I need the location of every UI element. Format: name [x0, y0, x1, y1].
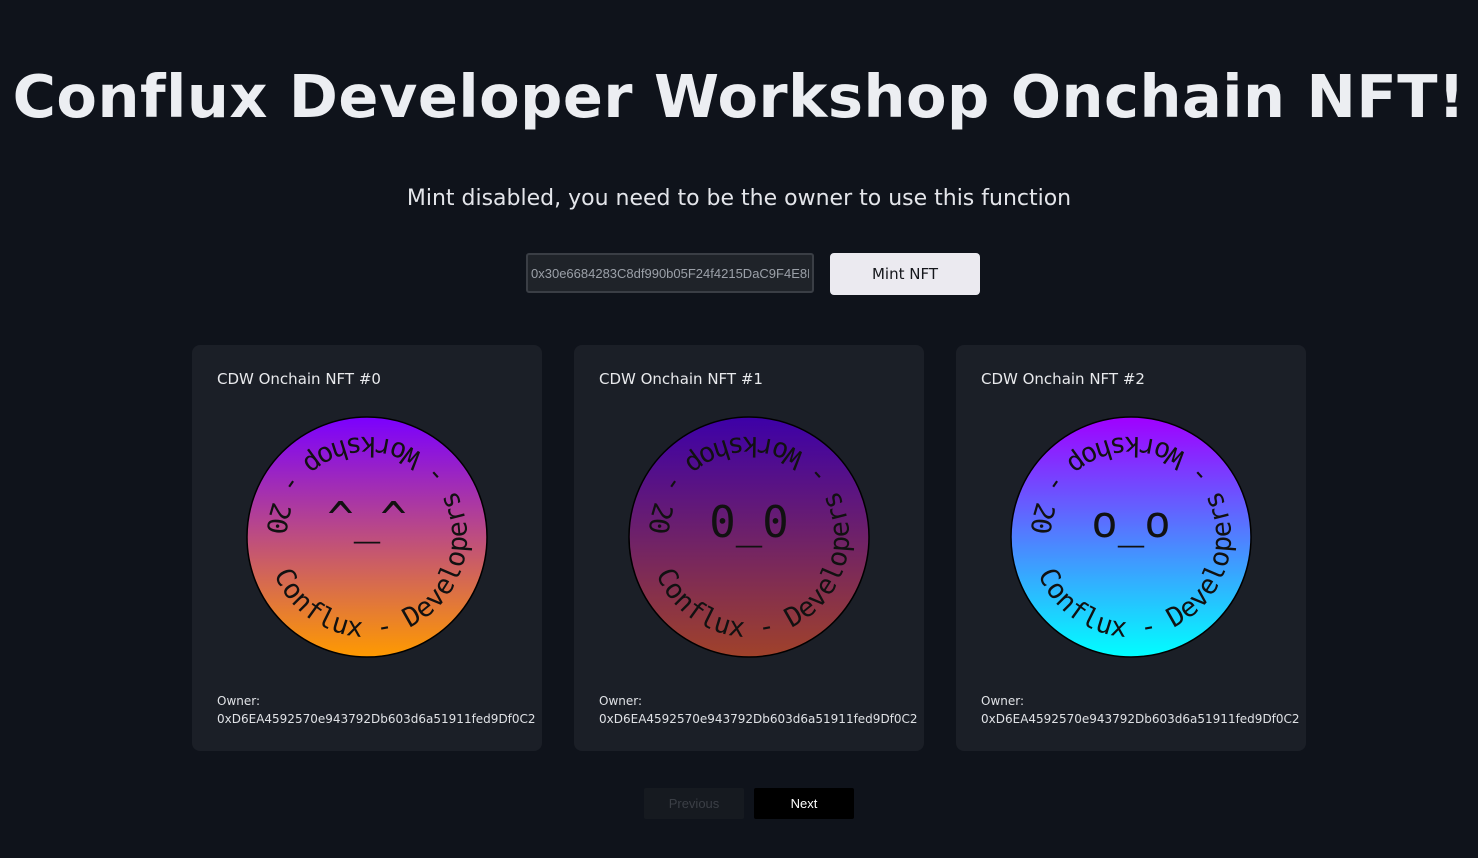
nft-card-title: CDW Onchain NFT #1: [599, 370, 763, 388]
owner-address: 0xD6EA4592570e943792Db603d6a51911fed9Df0…: [599, 712, 918, 726]
nft-card-title: CDW Onchain NFT #0: [217, 370, 381, 388]
owner-label: Owner:: [599, 694, 643, 708]
nft-card[interactable]: CDW Onchain NFT #0 Conflux - Developers …: [192, 345, 542, 751]
page: Conflux Developer Workshop Onchain NFT! …: [0, 0, 1478, 858]
nft-card[interactable]: CDW Onchain NFT #1 Conflux - Developers …: [574, 345, 924, 751]
previous-button[interactable]: Previous: [644, 788, 744, 819]
mint-form: Mint NFT: [526, 253, 980, 295]
nft-image: Conflux - Developers - Workshop - 2023 0…: [627, 415, 870, 658]
owner-label: Owner:: [981, 694, 1025, 708]
owner-address: 0xD6EA4592570e943792Db603d6a51911fed9Df0…: [217, 712, 536, 726]
nft-card[interactable]: CDW Onchain NFT #2 Conflux - Developers …: [956, 345, 1306, 751]
nft-card-title: CDW Onchain NFT #2: [981, 370, 1145, 388]
owner-address: 0xD6EA4592570e943792Db603d6a51911fed9Df0…: [981, 712, 1300, 726]
page-title: Conflux Developer Workshop Onchain NFT!: [12, 62, 1466, 131]
nft-face: 0_0: [709, 497, 788, 548]
address-input[interactable]: [526, 253, 814, 293]
mint-status-message: Mint disabled, you need to be the owner …: [406, 186, 1072, 211]
nft-image: Conflux - Developers - Workshop - 2023 ^…: [245, 415, 488, 658]
next-button[interactable]: Next: [754, 788, 854, 819]
nft-face: o_o: [1091, 497, 1170, 548]
mint-nft-button[interactable]: Mint NFT: [830, 253, 980, 295]
pagination: Previous Next: [644, 788, 854, 819]
nft-face: ^_^: [327, 493, 406, 544]
nft-image: Conflux - Developers - Workshop - 2023 o…: [1009, 415, 1252, 658]
owner-label: Owner:: [217, 694, 261, 708]
nft-gallery: CDW Onchain NFT #0 Conflux - Developers …: [192, 345, 1306, 751]
